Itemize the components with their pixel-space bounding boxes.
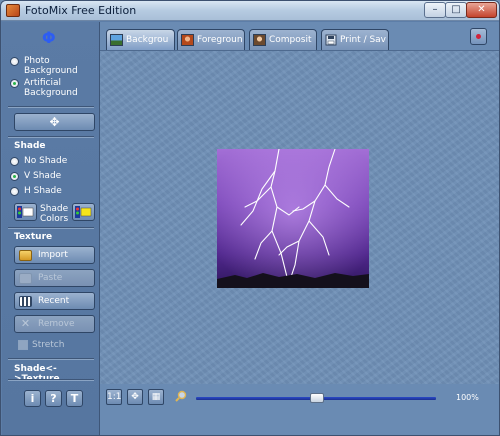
folder-icon (19, 249, 32, 261)
artificial-background-option[interactable]: Artificial Background (10, 78, 99, 98)
window-title: FotoMix Free Edition (25, 4, 137, 17)
composite-icon (253, 34, 266, 46)
clipboard-icon (19, 272, 32, 284)
radio-no-shade[interactable] (10, 157, 19, 166)
radio-v-shade[interactable] (10, 172, 19, 181)
fotomix-logo-icon: Φ (42, 28, 56, 47)
app-icon (6, 4, 20, 17)
radio-photo-background[interactable] (10, 57, 19, 66)
h-shade-option[interactable]: H Shade (10, 186, 62, 196)
photo-background-label: Photo Background (24, 56, 78, 76)
h-shade-label: H Shade (24, 186, 62, 196)
tab-background-label: Backgrou (126, 35, 169, 45)
divider (8, 136, 94, 138)
app-window: FotoMix Free Edition – □ ✕ Φ Photo Backg… (0, 0, 500, 436)
tab-foreground-label: Foregroun (197, 35, 243, 45)
tab-composite[interactable]: Composit (249, 29, 317, 50)
maximize-button[interactable]: □ (445, 2, 467, 18)
tab-print-save-label: Print / Sav (340, 35, 387, 45)
recent-button[interactable]: Recent (14, 292, 95, 310)
minimize-button[interactable]: – (424, 2, 446, 18)
divider (8, 379, 94, 381)
zoom-value: 100% (456, 393, 479, 402)
v-shade-option[interactable]: V Shade (10, 171, 61, 181)
zoom-slider-thumb[interactable] (310, 393, 324, 403)
fit-window-icon[interactable]: ✥ (127, 389, 143, 405)
grid-icon (19, 295, 32, 307)
shade-color-2-button[interactable] (72, 203, 95, 221)
left-panel: Φ Photo Background Artificial Background… (2, 22, 100, 435)
divider (8, 106, 94, 108)
divider (8, 358, 94, 360)
v-shade-label: V Shade (24, 171, 62, 181)
stretch-checkbox[interactable] (18, 340, 28, 350)
title-bar: FotoMix Free Edition – □ ✕ (1, 1, 499, 21)
portrait-icon (181, 34, 194, 46)
photo-background-option[interactable]: Photo Background (10, 56, 99, 76)
red-dot-button[interactable] (470, 28, 487, 45)
recent-label: Recent (38, 296, 70, 306)
magnifier-icon (175, 390, 187, 402)
artificial-background-label: Artificial Background (24, 78, 78, 98)
import-label: Import (38, 250, 68, 260)
texture-title: Texture (14, 232, 53, 242)
radio-artificial-background[interactable] (10, 79, 19, 88)
shade-texture-title: Shade<->Texture (14, 364, 60, 384)
shade-color-1-button[interactable] (14, 203, 37, 221)
landscape-icon (110, 34, 123, 46)
main-area: Backgrou Foregroun Composit Print / Sav (100, 22, 499, 435)
preview-canvas[interactable] (100, 50, 499, 384)
move-button[interactable]: ✥ (14, 113, 95, 131)
text-button[interactable]: T (66, 390, 83, 407)
paste-button[interactable]: Paste (14, 269, 95, 287)
paste-label: Paste (38, 273, 63, 283)
grid-view-icon[interactable]: ▦ (148, 389, 164, 405)
no-shade-option[interactable]: No Shade (10, 156, 67, 166)
tab-print-save[interactable]: Print / Sav (321, 29, 389, 50)
move-icon: ✥ (49, 115, 60, 129)
remove-label: Remove (38, 319, 75, 329)
zoom-toolbar: 1:1 ✥ ▦ 100% (100, 386, 499, 408)
tab-background[interactable]: Backgrou (106, 29, 175, 50)
help-button[interactable]: ? (45, 390, 62, 407)
remove-button[interactable]: ✕ Remove (14, 315, 95, 333)
shade-title: Shade (14, 141, 46, 151)
remove-x-icon: ✕ (20, 316, 31, 330)
stretch-label: Stretch (32, 340, 65, 350)
tab-composite-label: Composit (269, 35, 312, 45)
tab-foreground[interactable]: Foregroun (177, 29, 245, 50)
import-button[interactable]: Import (14, 246, 95, 264)
color-palette-icon (17, 206, 34, 218)
no-shade-label: No Shade (24, 156, 68, 166)
radio-h-shade[interactable] (10, 187, 19, 196)
lightning-photo (217, 149, 369, 288)
divider (8, 227, 94, 229)
info-button[interactable]: i (24, 390, 41, 407)
lightning-image (217, 149, 369, 288)
actual-size-icon[interactable]: 1:1 (106, 389, 122, 405)
print-save-icon (325, 34, 337, 46)
close-button[interactable]: ✕ (466, 2, 497, 18)
color-palette-icon (75, 206, 92, 218)
